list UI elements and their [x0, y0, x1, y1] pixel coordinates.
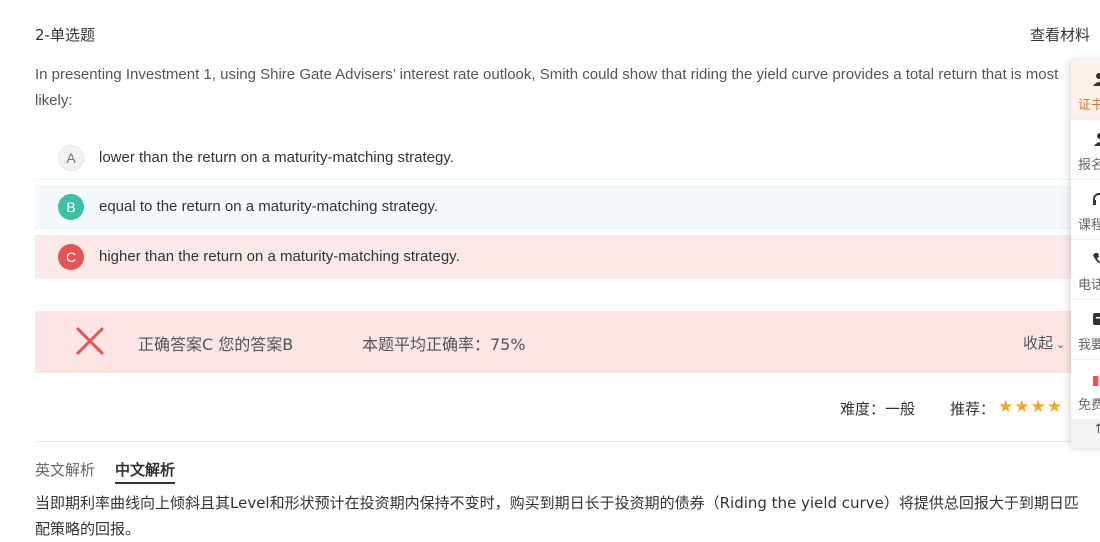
option-letter: A	[58, 144, 84, 171]
side-item-free[interactable]: 免费	[1071, 360, 1100, 420]
question-type-label: 2-单选题	[35, 26, 95, 44]
difficulty-label: 难度：一般	[840, 400, 916, 418]
option-letter: B	[58, 193, 84, 220]
answer-summary: 正确答案C 您的答案B	[138, 335, 294, 354]
headset-icon	[1093, 193, 1100, 205]
back-to-top-button[interactable]: ↑	[1071, 420, 1100, 448]
question-stem: In presenting Investment 1, using Shire …	[35, 66, 1059, 109]
side-item-label: 我要	[1078, 338, 1100, 353]
option-letter: C	[58, 243, 84, 270]
side-item-label: 报名	[1078, 158, 1100, 173]
side-item-certificate[interactable]: 证书	[1071, 60, 1100, 120]
option-text: equal to the return on a maturity-matchi…	[99, 198, 439, 215]
gift-icon	[1093, 376, 1100, 386]
phone-icon	[1093, 253, 1100, 264]
option-b[interactable]: B equal to the return on a maturity-matc…	[35, 185, 1075, 229]
average-accuracy: 本题平均正确率：75%	[362, 335, 526, 354]
arrow-up-icon: ↑	[1093, 422, 1100, 437]
side-item-phone[interactable]: 电话	[1071, 240, 1100, 300]
message-icon	[1093, 313, 1100, 325]
recommend-label: 推荐：	[950, 400, 996, 418]
question-header: 2-单选题 查看材料	[35, 24, 1100, 46]
user-icon	[1093, 73, 1100, 86]
tab-chinese-analysis[interactable]: 中文解析	[115, 459, 176, 484]
side-item-label: 课程	[1078, 218, 1100, 233]
side-float-panel: 证书 报名 课程 电话 我要 免费 ↑	[1071, 60, 1100, 448]
analysis-text: 当即期利率曲线向上倾斜且其Level和形状预计在投资期内保持不变时，购买到期日长…	[35, 494, 1079, 538]
divider	[35, 441, 1075, 442]
side-item-label: 免费	[1078, 398, 1100, 413]
tab-english-analysis[interactable]: 英文解析	[35, 459, 95, 480]
answer-result-panel: 正确答案C 您的答案B 本题平均正确率：75% 收起 ⌄	[35, 311, 1075, 373]
question-meta: 难度：一般 推荐： ★★★★	[0, 397, 1100, 420]
collapse-button[interactable]: 收起 ⌄	[1023, 332, 1065, 353]
chevron-down-icon: ⌄	[1056, 338, 1066, 351]
view-material-link[interactable]: 查看材料	[1030, 24, 1090, 45]
option-text: higher than the return on a maturity-mat…	[99, 248, 460, 265]
side-item-register[interactable]: 报名	[1071, 120, 1100, 180]
users-icon	[1094, 133, 1100, 146]
wrong-x-icon	[76, 327, 104, 355]
side-item-label: 证书	[1078, 98, 1100, 113]
option-text: lower than the return on a maturity-matc…	[99, 149, 454, 166]
side-item-consult[interactable]: 我要	[1071, 300, 1100, 360]
side-item-label: 电话	[1078, 278, 1100, 293]
option-c[interactable]: C higher than the return on a maturity-m…	[35, 235, 1075, 279]
collapse-label: 收起	[1023, 334, 1054, 352]
side-item-course[interactable]: 课程	[1071, 180, 1100, 240]
option-a[interactable]: A lower than the return on a maturity-ma…	[35, 136, 1075, 180]
star-rating: ★★★★	[998, 397, 1063, 417]
